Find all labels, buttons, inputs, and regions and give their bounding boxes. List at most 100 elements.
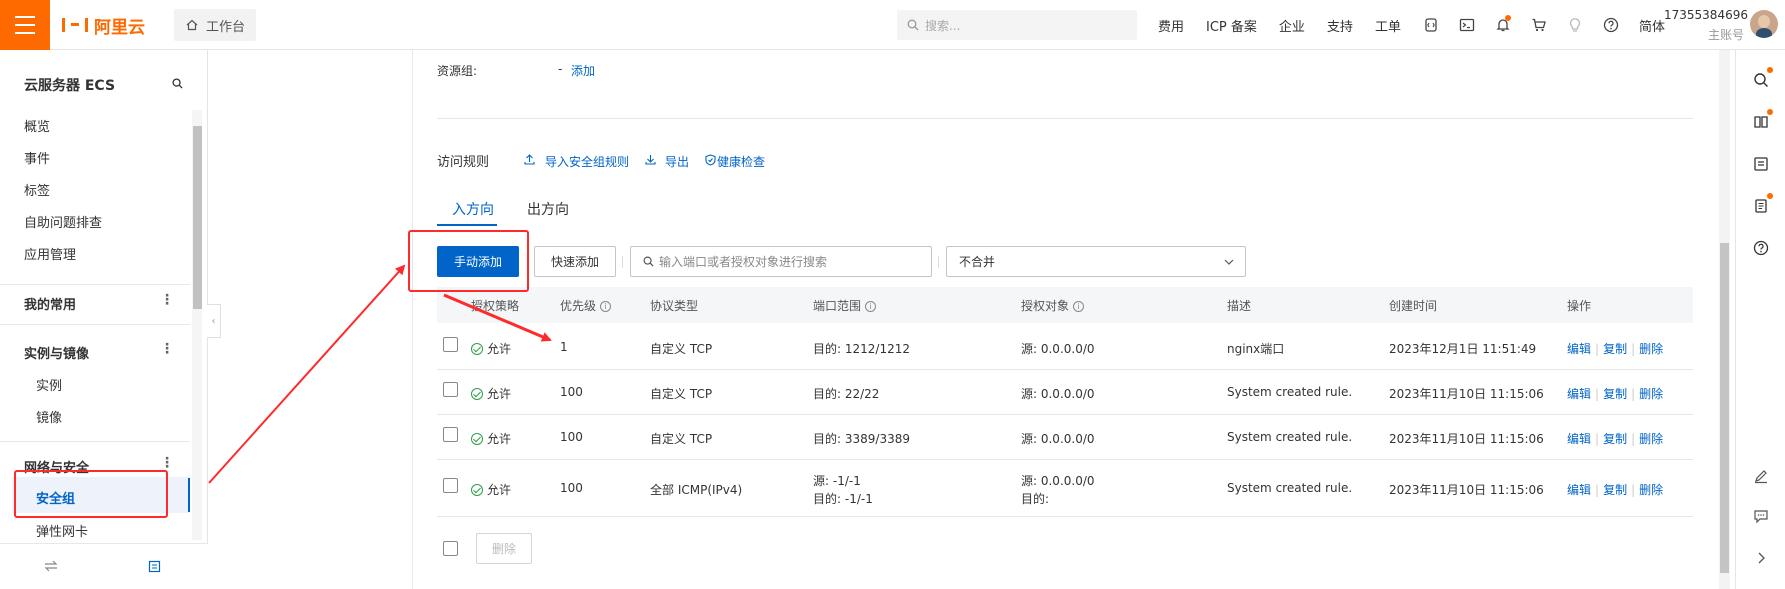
row-divider [437, 516, 1693, 517]
nav-icp[interactable]: ICP 备案 [1206, 16, 1257, 35]
book-icon[interactable] [1753, 109, 1773, 130]
copy-link[interactable]: 复制 [1603, 432, 1627, 446]
select-all-checkbox[interactable] [443, 541, 458, 556]
nav-ticket[interactable]: 工单 [1375, 16, 1401, 35]
edit-link[interactable]: 编辑 [1567, 432, 1591, 446]
merge-select[interactable]: 不合并 [946, 246, 1246, 277]
sidebar-scroll-thumb[interactable] [193, 126, 202, 309]
delete-link[interactable]: 删除 [1639, 432, 1663, 446]
col-port: 端口范围 i [813, 297, 877, 314]
cell-port: 目的: 22/22 [813, 387, 880, 401]
quick-add-button[interactable]: 快速添加 [534, 246, 616, 277]
sidebar-item-overview[interactable]: 概览 [24, 116, 50, 135]
nav-billing[interactable]: 费用 [1158, 16, 1184, 35]
sidebar-item-instances[interactable]: 实例 [36, 375, 62, 394]
row-checkbox[interactable] [443, 478, 458, 493]
search-icon[interactable] [172, 78, 183, 89]
edit-link[interactable]: 编辑 [1567, 387, 1591, 401]
sidebar-group-favorites[interactable]: 我的常用 [24, 294, 76, 313]
nav-enterprise[interactable]: 企业 [1279, 16, 1305, 35]
info-icon: i [865, 301, 877, 312]
more-icon[interactable]: ⋮ [160, 292, 174, 308]
workbench-button[interactable]: 工作台 [174, 9, 256, 41]
nav-support[interactable]: 支持 [1327, 16, 1353, 35]
sidebar-item-apps[interactable]: 应用管理 [24, 244, 76, 263]
tab-outbound[interactable]: 出方向 [527, 199, 569, 219]
edit-icon[interactable] [1753, 468, 1769, 484]
cell-priority: 100 [560, 385, 583, 399]
help-icon[interactable] [1603, 17, 1619, 33]
account-menu[interactable]: 17355384696 主账号 [1664, 8, 1748, 43]
cell-port: 目的: 1212/1212 [813, 342, 910, 356]
search-placeholder: 搜索... [925, 18, 961, 33]
sidebar-footer [0, 543, 208, 589]
top-bar: 阿里云 工作台 搜索... 费用 ICP 备案 企业 支持 工单 简体 1735… [0, 0, 1785, 50]
sidebar-item-troubleshoot[interactable]: 自助问题排查 [24, 212, 102, 231]
bulb-icon[interactable] [1567, 17, 1583, 33]
export-icon [645, 155, 656, 165]
cell-port: 源: -1/-1 [813, 474, 861, 488]
delete-link[interactable]: 删除 [1639, 342, 1663, 356]
sidebar-item-images[interactable]: 镜像 [36, 407, 62, 426]
delete-link[interactable]: 删除 [1639, 483, 1663, 497]
rule-search-input[interactable]: 输入端口或者授权对象进行搜索 [630, 246, 932, 277]
menu-icon[interactable] [0, 0, 50, 50]
active-indicator [188, 478, 190, 512]
annotation-box-security-group [14, 470, 168, 518]
news-icon[interactable] [1753, 193, 1773, 214]
tab-inbound[interactable]: 入方向 [452, 199, 494, 219]
row-checkbox[interactable] [443, 382, 458, 397]
more-icon[interactable]: ⋮ [160, 341, 174, 357]
terminal-icon[interactable] [1459, 17, 1475, 33]
sidebar-collapse-handle[interactable]: ‹ [207, 304, 221, 338]
edit-link[interactable]: 编辑 [1567, 342, 1591, 356]
notes-icon[interactable] [148, 560, 161, 573]
avatar[interactable] [1750, 10, 1778, 38]
edit-link[interactable]: 编辑 [1567, 483, 1591, 497]
cell-created: 2023年11月10日 11:15:06 [1389, 432, 1544, 446]
chevron-right-icon[interactable] [1753, 550, 1769, 566]
check-circle-icon [471, 387, 483, 400]
sidebar-item-events[interactable]: 事件 [24, 148, 50, 167]
code-icon[interactable] [1423, 17, 1439, 33]
col-ops: 操作 [1567, 299, 1592, 313]
aliyun-logo[interactable]: 阿里云 [62, 14, 145, 38]
cell-port-dest: 目的: -1/-1 [813, 492, 873, 506]
sidebar-item-tags[interactable]: 标签 [24, 180, 50, 199]
swap-icon[interactable] [44, 560, 58, 572]
copy-link[interactable]: 复制 [1603, 342, 1627, 356]
sidebar-item-eni[interactable]: 弹性网卡 [36, 521, 88, 540]
resource-group-add-link[interactable]: 添加 [571, 62, 595, 79]
cell-priority: 100 [560, 430, 583, 444]
cell-desc: System created rule. [1227, 385, 1353, 399]
policy-allow: 允许 [471, 340, 511, 357]
row-checkbox[interactable] [443, 427, 458, 442]
sidebar-group-instances[interactable]: 实例与镜像 [24, 343, 89, 362]
batch-delete-button[interactable]: 删除 [476, 533, 532, 564]
divider [0, 284, 190, 285]
delete-link[interactable]: 删除 [1639, 387, 1663, 401]
cell-port: 目的: 3389/3389 [813, 432, 910, 446]
copy-link[interactable]: 复制 [1603, 387, 1627, 401]
bell-icon[interactable] [1495, 15, 1511, 33]
chat-icon[interactable] [1753, 508, 1769, 524]
checklist-icon[interactable] [1753, 156, 1769, 172]
help-icon[interactable] [1753, 240, 1769, 256]
page-scroll-thumb[interactable] [1720, 243, 1729, 573]
global-search-input[interactable]: 搜索... [897, 10, 1137, 40]
policy-allow: 允许 [471, 481, 511, 498]
cell-priority: 100 [560, 481, 583, 495]
export-link[interactable]: 导出 [665, 153, 689, 170]
cell-protocol: 自定义 TCP [650, 342, 713, 356]
row-checkbox[interactable] [443, 337, 458, 352]
copy-link[interactable]: 复制 [1603, 483, 1627, 497]
cart-icon[interactable] [1531, 17, 1547, 33]
more-icon[interactable]: ⋮ [160, 455, 174, 471]
language-switch[interactable]: 简体 [1639, 16, 1665, 35]
check-circle-icon [471, 432, 483, 445]
cell-created: 2023年11月10日 11:15:06 [1389, 483, 1544, 497]
health-check-link[interactable]: 健康检查 [717, 153, 765, 170]
import-rules-link[interactable]: 导入安全组规则 [545, 153, 629, 170]
search-icon[interactable] [1753, 67, 1773, 88]
policy-allow: 允许 [471, 385, 511, 402]
